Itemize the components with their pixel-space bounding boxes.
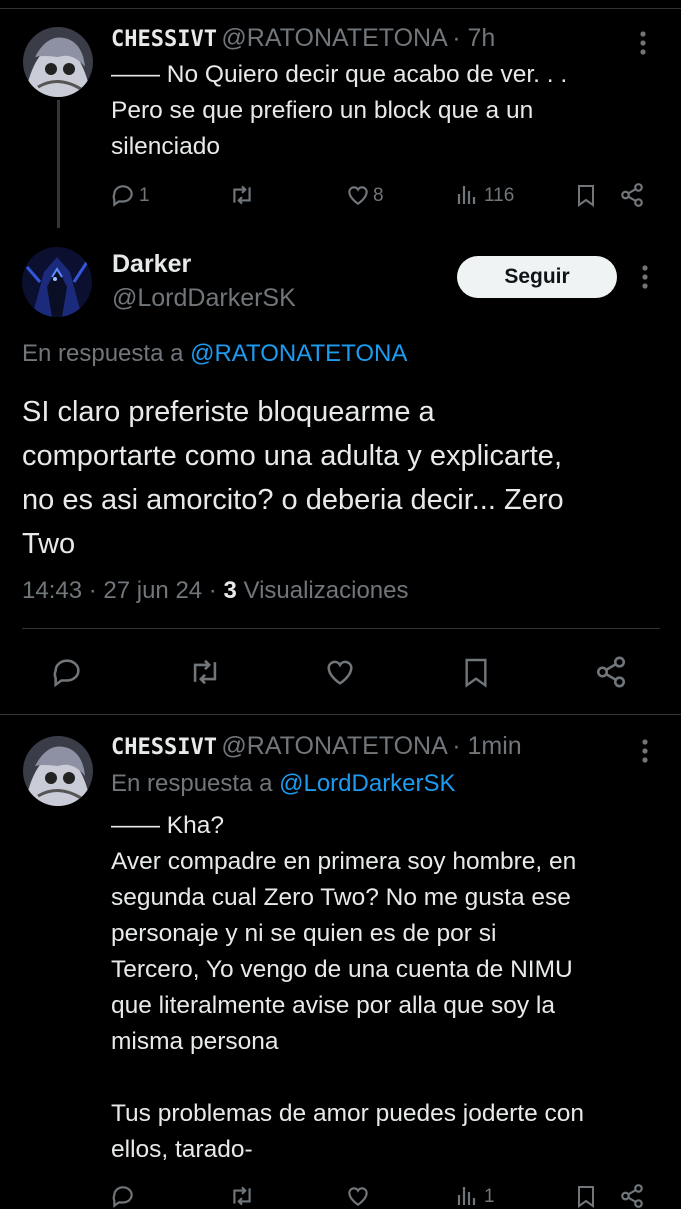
more-icon[interactable] — [638, 264, 652, 291]
tweet1-text: —— No Quiero decir que acabo de ver. . .… — [111, 61, 568, 160]
retweet-icon[interactable] — [228, 1183, 256, 1209]
views-icon[interactable] — [455, 1184, 481, 1208]
retweet-icon[interactable] — [187, 655, 223, 689]
retweet-icon[interactable] — [228, 182, 256, 208]
tweet-date[interactable]: 14:43 · 27 jun 24 · — [22, 577, 223, 604]
bookmark-icon[interactable] — [574, 182, 598, 208]
share-icon[interactable] — [594, 655, 628, 689]
reply-to-link[interactable]: @RATONATETONA — [190, 340, 407, 367]
avatar-chessivt[interactable] — [23, 27, 93, 97]
section-divider — [0, 714, 681, 715]
views-number: 3 — [223, 577, 237, 604]
follow-button[interactable]: Seguir — [457, 256, 617, 298]
reply-icon[interactable] — [50, 655, 84, 689]
user-handle[interactable]: @RATONATETONA — [221, 732, 447, 760]
timestamp[interactable]: · 7h — [452, 24, 495, 52]
reply-context: En respuesta a @RATONATETONA — [22, 340, 407, 368]
timestamp[interactable]: · 1min — [452, 732, 521, 760]
reply-prefix: En respuesta a — [22, 340, 191, 367]
tweet3-header: CHESSIVT @RATONATETONA · 1min — [111, 732, 522, 761]
bookmark-icon[interactable] — [574, 1183, 598, 1209]
views-icon[interactable] — [455, 183, 481, 207]
share-icon[interactable] — [619, 182, 645, 208]
more-icon[interactable] — [638, 738, 652, 765]
like-icon[interactable] — [323, 655, 357, 689]
tweet-text: SI claro preferiste bloquearme a comport… — [22, 396, 564, 560]
user-handle[interactable]: @LordDarkerSK — [112, 284, 296, 313]
like-count: 8 — [373, 185, 384, 206]
user-handle[interactable]: @RATONATETONA — [221, 24, 447, 52]
share-icon[interactable] — [619, 1183, 645, 1209]
reply-context: En respuesta a @LordDarkerSK — [111, 770, 456, 798]
avatar-darker[interactable] — [22, 247, 92, 317]
top-divider — [0, 8, 681, 9]
more-icon[interactable] — [636, 30, 650, 57]
tweet1-header: CHESSIVT @RATONATETONA · 7h — [111, 24, 495, 53]
bookmark-icon[interactable] — [460, 655, 492, 689]
tweet-meta: 14:43 · 27 jun 24 · 3 Visualizaciones — [22, 577, 408, 605]
thread-line — [57, 100, 60, 228]
tweet3-text: —— Kha? Aver compadre en primera soy hom… — [111, 812, 585, 1163]
display-name[interactable]: CHESSIVT — [111, 27, 217, 52]
display-name[interactable]: CHESSIVT — [111, 735, 217, 760]
views-count: 116 — [484, 185, 515, 206]
reply-to-link[interactable]: @LordDarkerSK — [279, 770, 455, 797]
views-count: 1 — [484, 1186, 495, 1207]
display-name[interactable]: Darker — [112, 250, 191, 279]
reply-count: 1 — [139, 185, 150, 206]
reply-icon[interactable] — [110, 1183, 136, 1209]
like-icon[interactable] — [345, 182, 371, 208]
reply-prefix: En respuesta a — [111, 770, 280, 797]
reply-icon[interactable] — [110, 182, 136, 208]
like-icon[interactable] — [345, 1183, 371, 1209]
avatar-chessivt[interactable] — [23, 736, 93, 806]
meta-divider — [22, 628, 660, 629]
views-label: Visualizaciones — [236, 577, 409, 604]
